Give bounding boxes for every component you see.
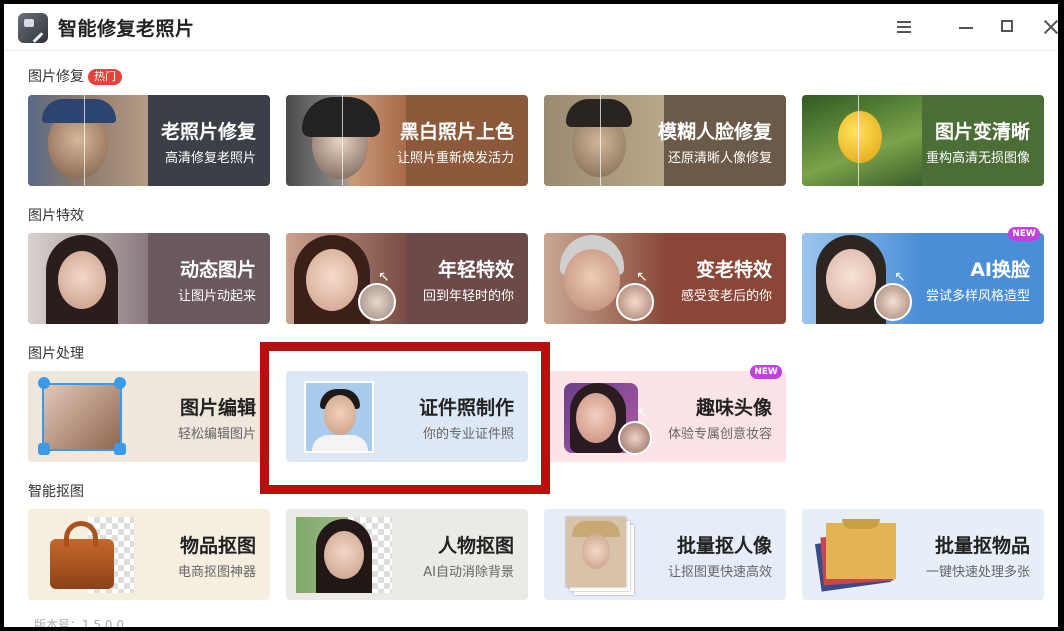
app-logo-icon (18, 13, 48, 43)
card-blurry-face-restore[interactable]: 模糊人脸修复 还原清晰人像修复 (544, 95, 786, 186)
card-subtitle: 高清修复老照片 (164, 151, 256, 166)
batch-object-thumbnail (802, 509, 922, 600)
card-title: 年轻特效 (437, 259, 514, 281)
new-badge: NEW (750, 365, 782, 379)
colorize-thumbnail (286, 95, 406, 186)
object-cutout-thumbnail (28, 509, 148, 600)
maximize-icon (1001, 20, 1013, 32)
younger-thumbnail: ↖ (286, 233, 406, 324)
face-swap-thumbnail: ↖ (802, 233, 922, 324)
app-title: 智能修复老照片 (58, 18, 195, 40)
card-fun-avatar[interactable]: NEW ↖ 趣味头像 体验专属创意妆容 (544, 365, 786, 462)
card-subtitle: 电商抠图神器 (177, 565, 256, 580)
card-title: 物品抠图 (179, 535, 256, 557)
minimize-button[interactable] (952, 13, 980, 41)
menu-button[interactable] (890, 13, 918, 41)
card-face-swap[interactable]: NEW ↖ AI换脸 尝试多样风格造型 (802, 227, 1044, 324)
section-title-process: 图片处理 (28, 346, 84, 362)
card-title: 图片变清晰 (934, 121, 1030, 143)
batch-portrait-thumbnail (544, 509, 664, 600)
card-object-cutout[interactable]: 物品抠图 电商抠图神器 (28, 509, 270, 600)
card-subtitle: 让抠图更快速高效 (667, 565, 772, 580)
card-younger[interactable]: ↖ 年轻特效 回到年轻时的你 (286, 233, 528, 324)
blurry-face-thumbnail (544, 95, 664, 186)
card-title: 人物抠图 (437, 535, 514, 557)
new-badge: NEW (1008, 227, 1040, 241)
card-subtitle: 感受变老后的你 (680, 289, 772, 304)
image-edit-thumbnail (28, 371, 148, 462)
card-older[interactable]: ↖ 变老特效 感受变老后的你 (544, 233, 786, 324)
hot-badge: 热门 (88, 69, 122, 85)
section-label: 图片修复 (28, 69, 84, 85)
animate-thumbnail (28, 233, 148, 324)
card-title: 黑白照片上色 (399, 121, 514, 143)
card-title: 老照片修复 (160, 121, 256, 143)
enhance-thumbnail (802, 95, 922, 186)
card-subtitle: 体验专属创意妆容 (667, 427, 772, 442)
section-title-cutout: 智能抠图 (28, 484, 84, 500)
card-subtitle: 尝试多样风格造型 (925, 289, 1030, 304)
card-person-cutout[interactable]: 人物抠图 AI自动消除背景 (286, 509, 528, 600)
card-enhance[interactable]: 图片变清晰 重构高清无损图像 (802, 95, 1044, 186)
person-cutout-thumbnail (286, 509, 406, 600)
card-colorize[interactable]: 黑白照片上色 让照片重新焕发活力 (286, 95, 528, 186)
card-subtitle: 轻松编辑图片 (177, 427, 256, 442)
card-subtitle: 一键快速处理多张 (925, 565, 1030, 580)
card-subtitle: 还原清晰人像修复 (667, 151, 772, 166)
maximize-button[interactable] (994, 13, 1022, 41)
close-button[interactable] (1037, 13, 1058, 41)
version-label: 版本号：1.5.0.0 (34, 618, 124, 627)
card-subtitle: 让图片动起来 (177, 289, 256, 304)
app-window: 智能修复老照片 图片修复 热门 老照片修复 高清修复老照片 黑白照片上色 让照片重… (4, 4, 1058, 627)
card-title: 变老特效 (695, 259, 772, 281)
older-thumbnail: ↖ (544, 233, 664, 324)
card-image-edit[interactable]: 图片编辑 轻松编辑图片 (28, 371, 270, 462)
card-title: 模糊人脸修复 (657, 121, 772, 143)
fun-avatar-thumbnail: ↖ (544, 371, 664, 462)
card-title: 图片编辑 (179, 397, 256, 419)
highlight-box (260, 342, 550, 494)
close-icon (1037, 13, 1058, 41)
section-title-restore: 图片修复 热门 (28, 66, 122, 86)
section-title-effects: 图片特效 (28, 208, 84, 224)
minimize-icon (959, 27, 973, 29)
card-subtitle: 回到年轻时的你 (422, 289, 514, 304)
menu-icon (897, 21, 911, 33)
card-title: 批量抠物品 (934, 535, 1030, 557)
card-old-photo-restore[interactable]: 老照片修复 高清修复老照片 (28, 95, 270, 186)
card-subtitle: AI自动消除背景 (423, 565, 514, 580)
old-photo-thumbnail (28, 95, 148, 186)
card-animate[interactable]: 动态图片 让图片动起来 (28, 233, 270, 324)
card-batch-portrait-cutout[interactable]: 批量抠人像 让抠图更快速高效 (544, 509, 786, 600)
card-batch-object-cutout[interactable]: 批量抠物品 一键快速处理多张 (802, 509, 1044, 600)
card-title: 动态图片 (179, 259, 256, 281)
card-subtitle: 让照片重新焕发活力 (396, 151, 514, 166)
card-subtitle: 重构高清无损图像 (925, 151, 1030, 166)
card-title: AI换脸 (970, 259, 1030, 281)
card-title: 批量抠人像 (676, 535, 772, 557)
title-bar: 智能修复老照片 (4, 4, 1058, 51)
card-title: 趣味头像 (695, 397, 772, 419)
